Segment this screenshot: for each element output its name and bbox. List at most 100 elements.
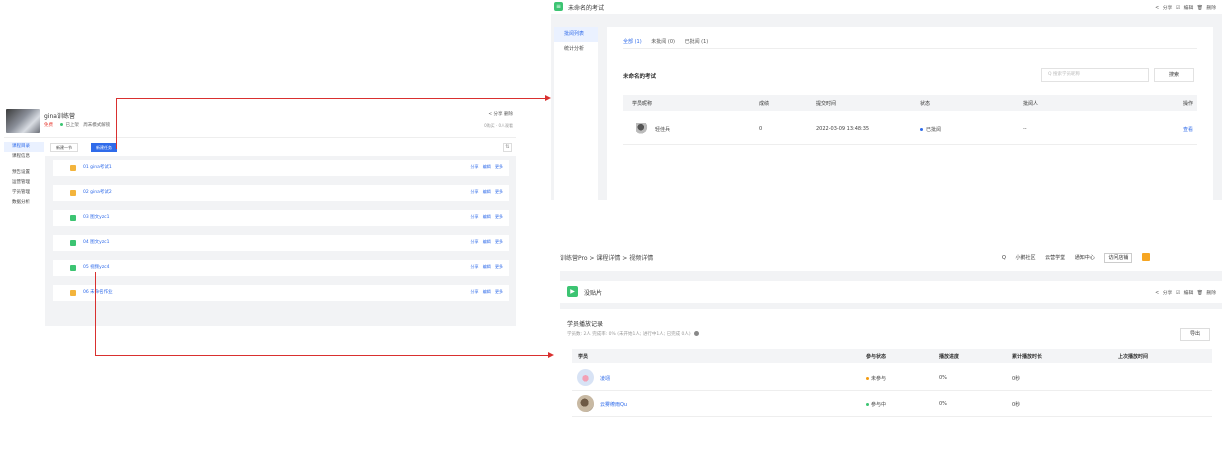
- col-submit-time: 提交时间: [816, 101, 837, 107]
- visit-store-button[interactable]: 访问店铺: [1104, 252, 1133, 263]
- course-title: gina训练营: [44, 113, 75, 120]
- export-button[interactable]: 导出: [1180, 328, 1210, 341]
- row-actions[interactable]: 分享 编辑 更多: [470, 239, 503, 245]
- col-progress: 播放进度: [939, 354, 960, 360]
- nav-statistics[interactable]: 统计分析: [554, 42, 598, 57]
- course-meta: 免费 已上架 周末模式解锁: [44, 122, 110, 128]
- student-name: 轻佳兵: [655, 127, 671, 133]
- catalog-row[interactable]: 02 gina考试2 分享 编辑 更多: [53, 185, 509, 201]
- reviewer: --: [1023, 126, 1027, 132]
- sort-icon[interactable]: ⇅: [503, 143, 512, 152]
- card-stats: 学员数: 2人 完成率: 0% (未开始1人; 进行中1人; 已完成 0人): [567, 331, 699, 337]
- arrow-head-icon: [548, 352, 554, 358]
- notification-link[interactable]: 通知中心: [1075, 255, 1095, 261]
- video-header: ▶ 没贴片 < 分享 ☑ 编辑 🗑 删除: [560, 281, 1222, 303]
- col-student: 学员: [578, 354, 589, 360]
- add-task-button[interactable]: 新建任务: [91, 143, 117, 152]
- student-name[interactable]: 凌翊: [600, 375, 610, 382]
- nav-review-list[interactable]: 批阅列表: [554, 27, 598, 42]
- row-actions[interactable]: 分享 编辑 更多: [470, 214, 503, 220]
- exam-header: ≡ 未命名的考试 < 分享 ☑ 编辑 🗑 删除: [551, 0, 1222, 14]
- course-actions[interactable]: < 分享 删除: [488, 111, 513, 117]
- avatar: [636, 123, 648, 135]
- submit-time: 2022-03-09 13:48:35: [816, 126, 870, 132]
- catalog-row-label[interactable]: 05 视频yzc4: [83, 264, 110, 270]
- stats-text: 学员数: 2人 完成率: 0% (未开始1人; 进行中1人; 已完成 0人): [567, 332, 691, 337]
- sidebar-item-analytics[interactable]: 数据分析: [4, 198, 44, 208]
- score: 0: [759, 126, 763, 132]
- view-link[interactable]: 查看: [1183, 126, 1193, 133]
- top-links: Q 小鹅社区 云营学堂 通知中心 访问店铺: [1002, 252, 1158, 263]
- sidebar-item-students[interactable]: 学员管理: [4, 188, 44, 198]
- row-actions[interactable]: 分享 编辑 更多: [470, 264, 503, 270]
- row-actions[interactable]: 分享 编辑 更多: [470, 164, 503, 170]
- connector-line: [116, 98, 117, 149]
- course-cover-image: [6, 109, 40, 133]
- catalog-row-label[interactable]: 04 图文yzc1: [83, 239, 110, 245]
- catalog-row-label[interactable]: 01 gina考试1: [83, 164, 112, 170]
- academy-link[interactable]: 云营学堂: [1045, 255, 1065, 261]
- exam-content: 全部 (1) 未批阅 (0) 已批阅 (1) 未命名的考试 Q 搜索学员昵称 搜…: [607, 27, 1213, 200]
- tab-reviewed[interactable]: 已批阅 (1): [685, 39, 709, 45]
- table-header: 学员 参与状态 播放进度 累计播放时长 上次播放时间: [572, 349, 1212, 363]
- catalog-row-label[interactable]: 06 未命名作业: [83, 289, 113, 295]
- catalog-row-label[interactable]: 03 图文yzc1: [83, 214, 110, 220]
- mode-text: 周末模式解锁: [83, 123, 111, 128]
- table-row: 云雾缭雨Qu 参与中 0% 0秒: [572, 391, 1212, 417]
- card-title: 学员播放记录: [567, 321, 604, 328]
- progress: 0%: [939, 375, 947, 381]
- exam-title: 未命名的考试: [568, 5, 605, 12]
- connector-line: [95, 272, 96, 356]
- status-badge: 已批阅: [920, 126, 941, 133]
- catalog-row[interactable]: 04 图文yzc1 分享 编辑 更多: [53, 235, 509, 251]
- article-icon: [70, 240, 76, 246]
- course-sidebar: 课程目录 课程信息 预告设置 运营管理 学员管理 数据分析: [4, 142, 44, 208]
- student-name[interactable]: 云雾缭雨Qu: [600, 401, 627, 408]
- breadcrumb[interactable]: 训练营Pro > 课程详情 > 视频详情: [560, 253, 653, 262]
- community-link[interactable]: 小鹅社区: [1016, 255, 1036, 261]
- sidebar-item-info[interactable]: 课程信息: [4, 152, 44, 162]
- catalog-row-label[interactable]: 02 gina考试2: [83, 189, 112, 195]
- search-input[interactable]: Q 搜索学员昵称: [1041, 68, 1149, 82]
- status-text: 已上架: [65, 123, 79, 128]
- price-badge: 免费: [44, 123, 53, 128]
- search-icon[interactable]: Q: [1002, 255, 1006, 261]
- badge-icon[interactable]: [1141, 253, 1150, 261]
- search-button[interactable]: 搜索: [1154, 68, 1194, 82]
- video-panel: 训练营Pro > 课程详情 > 视频详情 Q 小鹅社区 云营学堂 通知中心 访问…: [556, 243, 1222, 451]
- exam-actions[interactable]: < 分享 ☑ 编辑 🗑 删除: [1155, 4, 1216, 11]
- connector-line: [95, 355, 550, 356]
- video-icon: ▶: [567, 286, 578, 297]
- catalog-row[interactable]: 01 gina考试1 分享 编辑 更多: [53, 160, 509, 176]
- col-reviewer: 批阅人: [1023, 101, 1039, 107]
- exam-subtitle: 未命名的考试: [623, 74, 657, 80]
- col-operation: 操作: [1182, 101, 1193, 107]
- participation-status: 参与中: [866, 401, 886, 408]
- sidebar-item-catalog[interactable]: 课程目录: [4, 142, 44, 152]
- add-chapter-button[interactable]: 新建一节: [50, 143, 78, 152]
- tab-unreviewed[interactable]: 未批阅 (0): [651, 39, 675, 45]
- catalog-row[interactable]: 03 图文yzc1 分享 编辑 更多: [53, 210, 509, 226]
- exam-nav: 批阅列表 统计分析: [554, 27, 598, 200]
- video-actions[interactable]: < 分享 ☑ 编辑 🗑 删除: [1155, 289, 1216, 296]
- catalog-row[interactable]: 06 未命名作业 分享 编辑 更多: [53, 285, 509, 301]
- play-record-card: 学员播放记录 学员数: 2人 完成率: 0% (未开始1人; 进行中1人; 已完…: [560, 309, 1222, 451]
- col-score: 成绩: [759, 101, 770, 107]
- sidebar-item-preview[interactable]: 预告设置: [4, 168, 44, 178]
- col-duration: 累计播放时长: [1012, 354, 1043, 360]
- status-dot-icon: [920, 128, 923, 131]
- video-icon: [70, 265, 76, 271]
- progress: 0%: [939, 401, 947, 407]
- col-last-played: 上次播放时间: [1118, 354, 1149, 360]
- col-nickname: 学员昵称: [632, 101, 653, 107]
- row-actions[interactable]: 分享 编辑 更多: [470, 189, 503, 195]
- table-header: 学员昵称 成绩 提交时间 状态 批阅人 操作: [623, 95, 1197, 111]
- info-icon[interactable]: [693, 331, 699, 336]
- status-dot-icon: [866, 403, 869, 406]
- catalog-row[interactable]: 05 视频yzc4 分享 编辑 更多: [53, 260, 509, 276]
- row-actions[interactable]: 分享 编辑 更多: [470, 289, 503, 295]
- video-title: 没贴片: [584, 290, 603, 297]
- sidebar-item-operations[interactable]: 运营管理: [4, 178, 44, 188]
- col-participation: 参与状态: [866, 354, 887, 360]
- exam-icon: [70, 165, 76, 171]
